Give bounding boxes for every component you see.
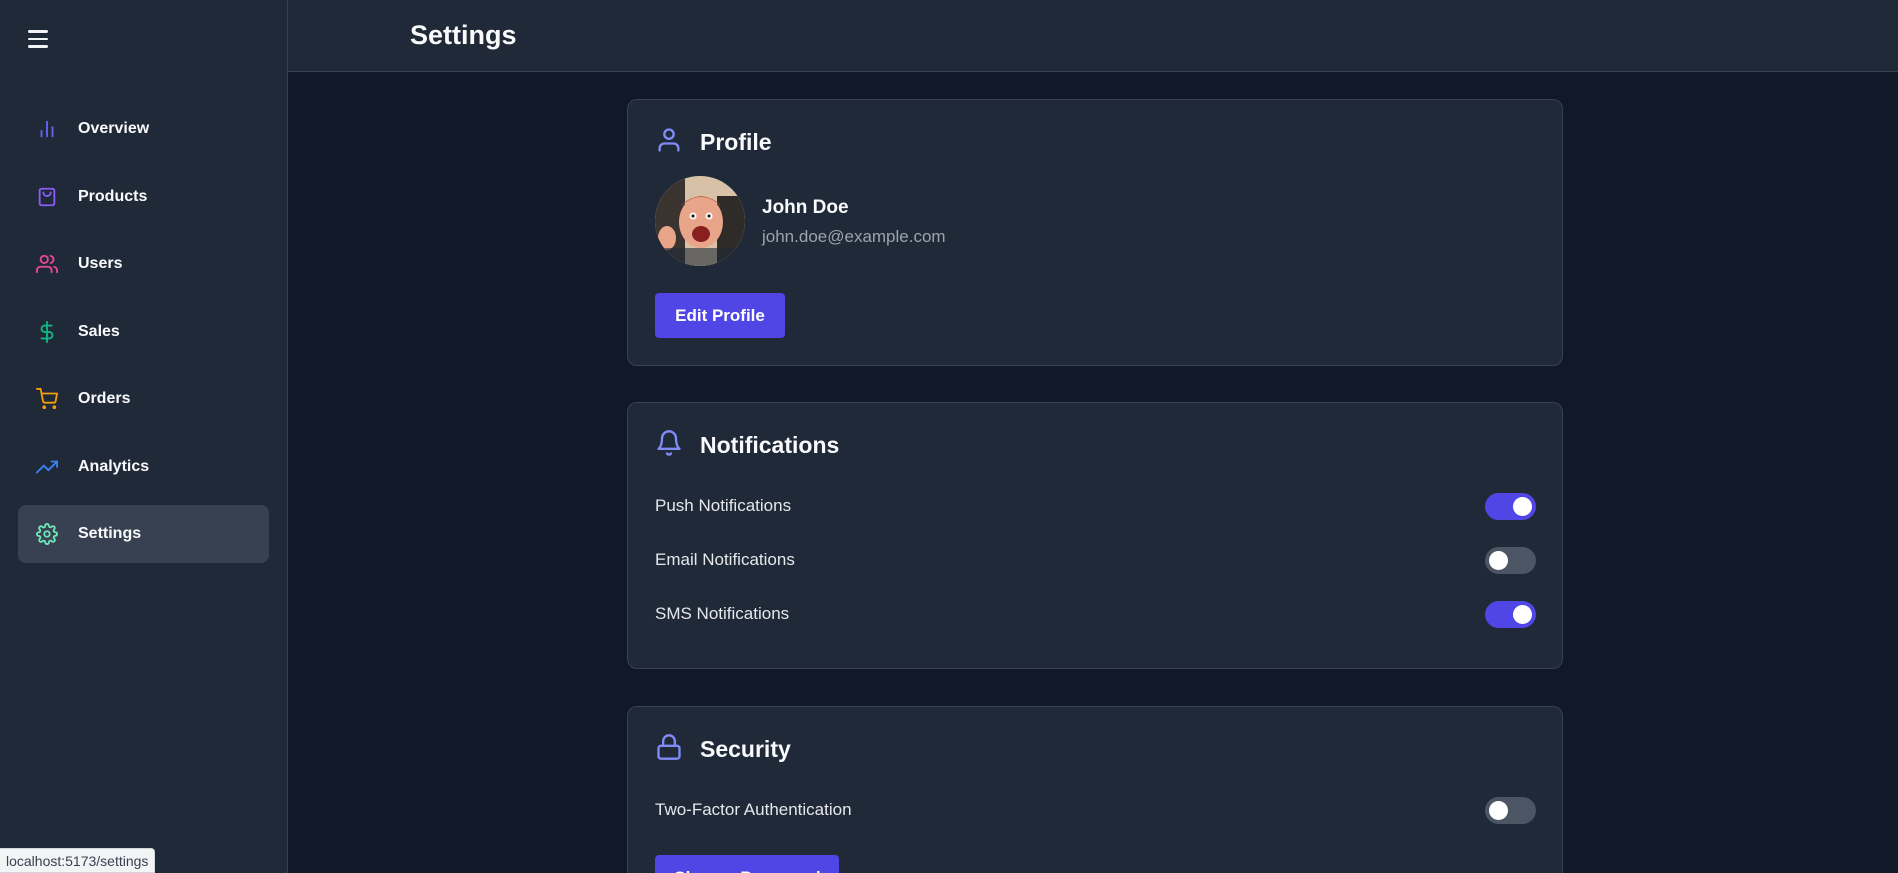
shopping-cart-icon bbox=[36, 388, 58, 410]
sidebar-item-label: Orders bbox=[78, 390, 131, 407]
sidebar-item-label: Sales bbox=[78, 322, 120, 340]
profile-email: john.doe@example.com bbox=[762, 227, 946, 246]
sidebar-item-label: Settings bbox=[78, 525, 142, 542]
sidebar-item-label: Products bbox=[78, 187, 148, 205]
sidebar-item-sales[interactable]: Sales bbox=[18, 303, 269, 361]
toggle-knob bbox=[1489, 801, 1508, 820]
profile-name: John Doe bbox=[762, 197, 849, 218]
toggle-knob bbox=[1489, 551, 1508, 570]
trending-up-icon bbox=[36, 456, 58, 478]
two-factor-label: Two-Factor Authentication bbox=[655, 800, 852, 819]
user-icon bbox=[655, 126, 683, 159]
push-notifications-label: Push Notifications bbox=[655, 496, 792, 515]
push-notifications-toggle[interactable] bbox=[1485, 493, 1536, 520]
edit-profile-button[interactable]: Edit Profile bbox=[655, 293, 785, 338]
users-icon bbox=[36, 253, 58, 275]
sidebar-item-analytics[interactable]: Analytics bbox=[18, 438, 269, 496]
sidebar-item-products[interactable]: Products bbox=[18, 168, 269, 226]
email-notifications-toggle[interactable] bbox=[1485, 547, 1536, 574]
profile-card-header: Profile bbox=[655, 126, 772, 159]
toggle-knob bbox=[1513, 605, 1532, 624]
sidebar-item-settings[interactable]: Settings bbox=[18, 505, 269, 563]
toggle-knob bbox=[1513, 497, 1532, 516]
page-title: Settings bbox=[410, 20, 517, 50]
security-card: Security Two-Factor Authentication Chang… bbox=[627, 706, 1563, 873]
status-bar-url: localhost:5173/settings bbox=[0, 848, 156, 873]
notifications-card-header: Notifications bbox=[655, 429, 839, 462]
sidebar-item-users[interactable]: Users bbox=[18, 235, 269, 293]
sms-notifications-label: SMS Notifications bbox=[655, 604, 790, 623]
sidebar-item-label: Analytics bbox=[78, 457, 150, 475]
dollar-sign-icon bbox=[36, 320, 58, 343]
top-header: Settings bbox=[288, 0, 1898, 72]
avatar bbox=[655, 176, 745, 266]
notifications-card: Notifications Push Notifications Email N… bbox=[627, 402, 1563, 669]
sidebar-item-overview[interactable]: Overview bbox=[18, 100, 269, 158]
security-card-title: Security bbox=[700, 736, 791, 762]
notifications-card-title: Notifications bbox=[700, 432, 840, 458]
two-factor-toggle[interactable] bbox=[1485, 797, 1536, 824]
profile-card: Profile John Doe john.doe@example.com Ed… bbox=[627, 99, 1563, 366]
profile-card-title: Profile bbox=[700, 129, 772, 155]
sms-notifications-toggle[interactable] bbox=[1485, 601, 1536, 628]
sidebar: Overview Products Users Sales Orders Ana… bbox=[0, 0, 288, 873]
sidebar-item-label: Overview bbox=[78, 120, 150, 137]
bell-icon bbox=[655, 429, 683, 462]
hamburger-menu-icon[interactable] bbox=[28, 28, 52, 50]
change-password-button[interactable]: Change Password bbox=[655, 855, 839, 873]
gear-icon bbox=[36, 523, 58, 545]
sidebar-nav: Overview Products Users Sales Orders Ana… bbox=[18, 100, 269, 573]
shopping-bag-icon bbox=[36, 186, 58, 208]
security-card-header: Security bbox=[655, 733, 791, 766]
sidebar-item-orders[interactable]: Orders bbox=[18, 370, 269, 428]
email-notifications-label: Email Notifications bbox=[655, 550, 795, 569]
lock-icon bbox=[655, 733, 683, 766]
bar-chart-icon bbox=[36, 118, 58, 140]
sidebar-item-label: Users bbox=[78, 255, 123, 272]
